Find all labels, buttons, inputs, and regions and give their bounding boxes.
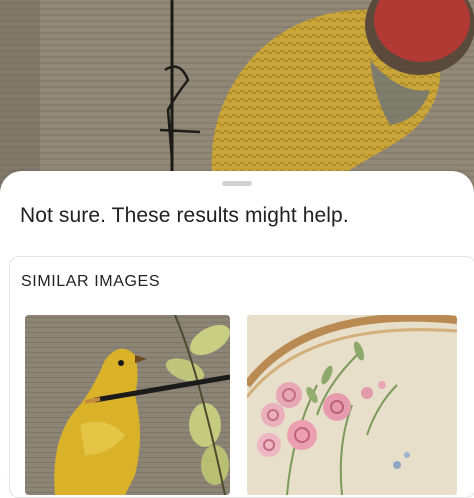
embroidered-bird-photo [0,0,474,200]
results-message: Not sure. These results might help. [20,204,349,227]
query-image [0,0,474,200]
similar-image-thumbnail[interactable] [25,315,230,495]
rose-embroidery-image [247,315,457,495]
similar-images-card: SIMILAR IMAGES [9,256,474,498]
bird-embroidery-image [25,315,230,495]
sheet-drag-handle[interactable] [222,181,252,186]
results-sheet: Not sure. These results might help. SIMI… [0,171,474,498]
similar-image-thumbnail[interactable] [247,315,457,495]
similar-images-title: SIMILAR IMAGES [21,273,161,290]
